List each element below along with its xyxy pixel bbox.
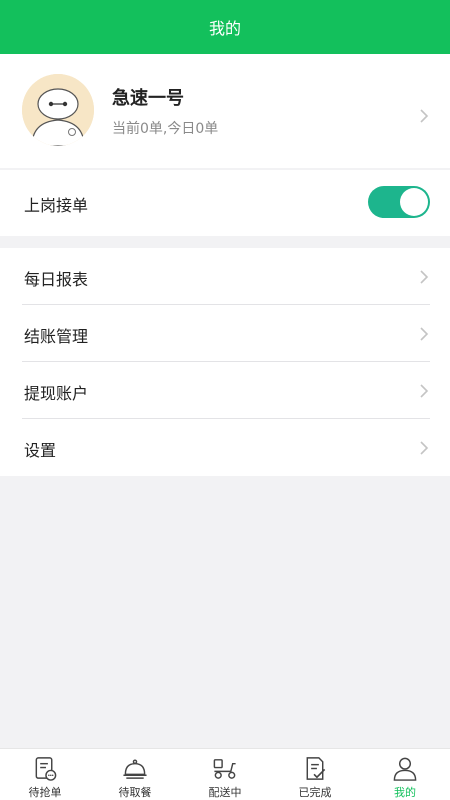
menu-item-daily-report[interactable]: 每日报表 bbox=[0, 248, 450, 305]
tab-label: 已完成 bbox=[298, 786, 332, 799]
tab-label: 待抢单 bbox=[28, 786, 62, 799]
completed-doc-icon bbox=[306, 757, 326, 780]
chevron-right-icon bbox=[420, 327, 429, 341]
person-icon bbox=[393, 757, 417, 781]
menu-item-label: 提现账户 bbox=[24, 384, 89, 403]
scooter-icon bbox=[213, 759, 236, 779]
toggle-knob bbox=[400, 188, 428, 216]
menu-item-settlement[interactable]: 结账管理 bbox=[0, 305, 450, 362]
chevron-right-icon bbox=[420, 109, 429, 123]
menu-item-label: 设置 bbox=[24, 441, 57, 460]
robot-avatar-icon bbox=[22, 74, 94, 146]
tab-completed[interactable]: 已完成 bbox=[270, 749, 360, 800]
app-header: 我的 bbox=[0, 0, 450, 54]
tab-mine[interactable]: 我的 bbox=[360, 749, 450, 800]
avatar[interactable] bbox=[22, 74, 94, 146]
dish-cover-icon bbox=[123, 759, 147, 779]
menu-item-withdraw-account[interactable]: 提现账户 bbox=[0, 362, 450, 419]
order-list-icon bbox=[35, 757, 57, 781]
tab-label: 配送中 bbox=[208, 786, 242, 799]
chevron-right-icon bbox=[420, 270, 429, 284]
tab-pending-grab[interactable]: 待抢单 bbox=[0, 749, 90, 800]
profile-name: 急速一号 bbox=[112, 88, 184, 109]
tab-delivering[interactable]: 配送中 bbox=[180, 749, 270, 800]
menu-item-label: 结账管理 bbox=[24, 327, 89, 346]
tab-label: 我的 bbox=[394, 786, 416, 799]
settings-menu: 每日报表 结账管理 提现账户 设置 bbox=[0, 248, 450, 476]
bottom-tab-bar: 待抢单 待取餐 配送中 已完成 我的 bbox=[0, 748, 450, 800]
duty-label: 上岗接单 bbox=[24, 196, 89, 215]
tab-pending-pickup[interactable]: 待取餐 bbox=[90, 749, 180, 800]
menu-item-settings[interactable]: 设置 bbox=[0, 419, 450, 476]
chevron-right-icon bbox=[420, 441, 429, 455]
profile-order-stats: 当前0单,今日0单 bbox=[112, 121, 219, 137]
menu-item-label: 每日报表 bbox=[24, 270, 89, 289]
duty-toggle[interactable] bbox=[368, 186, 430, 218]
chevron-right-icon bbox=[420, 384, 429, 398]
tab-label: 待取餐 bbox=[118, 786, 152, 799]
page-title: 我的 bbox=[208, 19, 241, 38]
profile-card[interactable]: 急速一号 当前0单,今日0单 bbox=[0, 54, 450, 168]
